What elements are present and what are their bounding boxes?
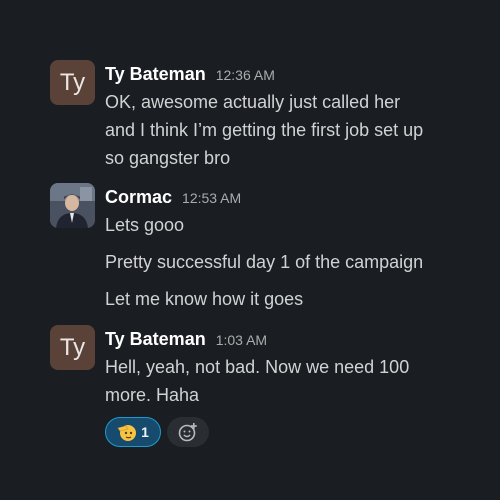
message-item[interactable]: Cormac 12:53 AM Lets gooo Pretty success…	[50, 183, 490, 313]
message-content: Ty Bateman 1:03 AM Hell, yeah, not bad. …	[105, 325, 490, 447]
reaction-bar: 1	[105, 417, 490, 447]
avatar[interactable]: Ty	[50, 60, 95, 105]
sender-name[interactable]: Ty Bateman	[105, 329, 206, 350]
message-timestamp[interactable]: 12:36 AM	[216, 67, 275, 83]
message-header: Ty Bateman 1:03 AM	[105, 329, 490, 349]
message-item[interactable]: Ty Ty Bateman 1:03 AM Hell, yeah, not ba…	[50, 325, 490, 447]
message-timestamp[interactable]: 1:03 AM	[216, 332, 267, 348]
message-line: more. Haha	[105, 385, 200, 405]
message-list: Ty Ty Bateman 12:36 AM OK, awesome actua…	[0, 0, 500, 500]
message-line: OK, awesome actually just called her	[105, 92, 401, 112]
add-reaction-icon	[178, 423, 197, 442]
message-timestamp[interactable]: 12:53 AM	[182, 190, 241, 206]
sender-name[interactable]: Cormac	[105, 187, 172, 208]
message-content: Cormac 12:53 AM Lets gooo Pretty success…	[105, 183, 490, 313]
add-reaction-button[interactable]	[167, 417, 209, 447]
message-line: Lets gooo	[105, 215, 185, 235]
message-text: Lets gooo Pretty successful day 1 of the…	[105, 211, 490, 313]
message-line: Let me know how it goes	[105, 289, 304, 309]
message-content: Ty Bateman 12:36 AM OK, awesome actually…	[105, 60, 490, 172]
sender-name[interactable]: Ty Bateman	[105, 64, 206, 85]
saluting-face-icon	[117, 425, 137, 441]
message-header: Cormac 12:53 AM	[105, 187, 490, 207]
message-line: Hell, yeah, not bad. Now we need 100	[105, 357, 410, 377]
message-line: Pretty successful day 1 of the campaign	[105, 252, 424, 272]
message-header: Ty Bateman 12:36 AM	[105, 64, 490, 84]
avatar-initials: Ty	[59, 68, 86, 96]
message-item[interactable]: Ty Ty Bateman 12:36 AM OK, awesome actua…	[50, 60, 490, 170]
message-text: Hell, yeah, not bad. Now we need 100 mor…	[105, 353, 490, 409]
reaction-count: 1	[141, 424, 149, 440]
avatar-initials: Ty	[59, 333, 86, 361]
avatar[interactable]	[50, 183, 95, 228]
avatar[interactable]: Ty	[50, 325, 95, 370]
message-line: and I think I’m getting the first job se…	[105, 120, 424, 140]
message-text: OK, awesome actually just called her and…	[105, 88, 490, 172]
message-line: so gangster bro	[105, 148, 231, 168]
avatar-photo-icon	[50, 183, 95, 228]
reaction-pill[interactable]: 1	[105, 417, 161, 447]
